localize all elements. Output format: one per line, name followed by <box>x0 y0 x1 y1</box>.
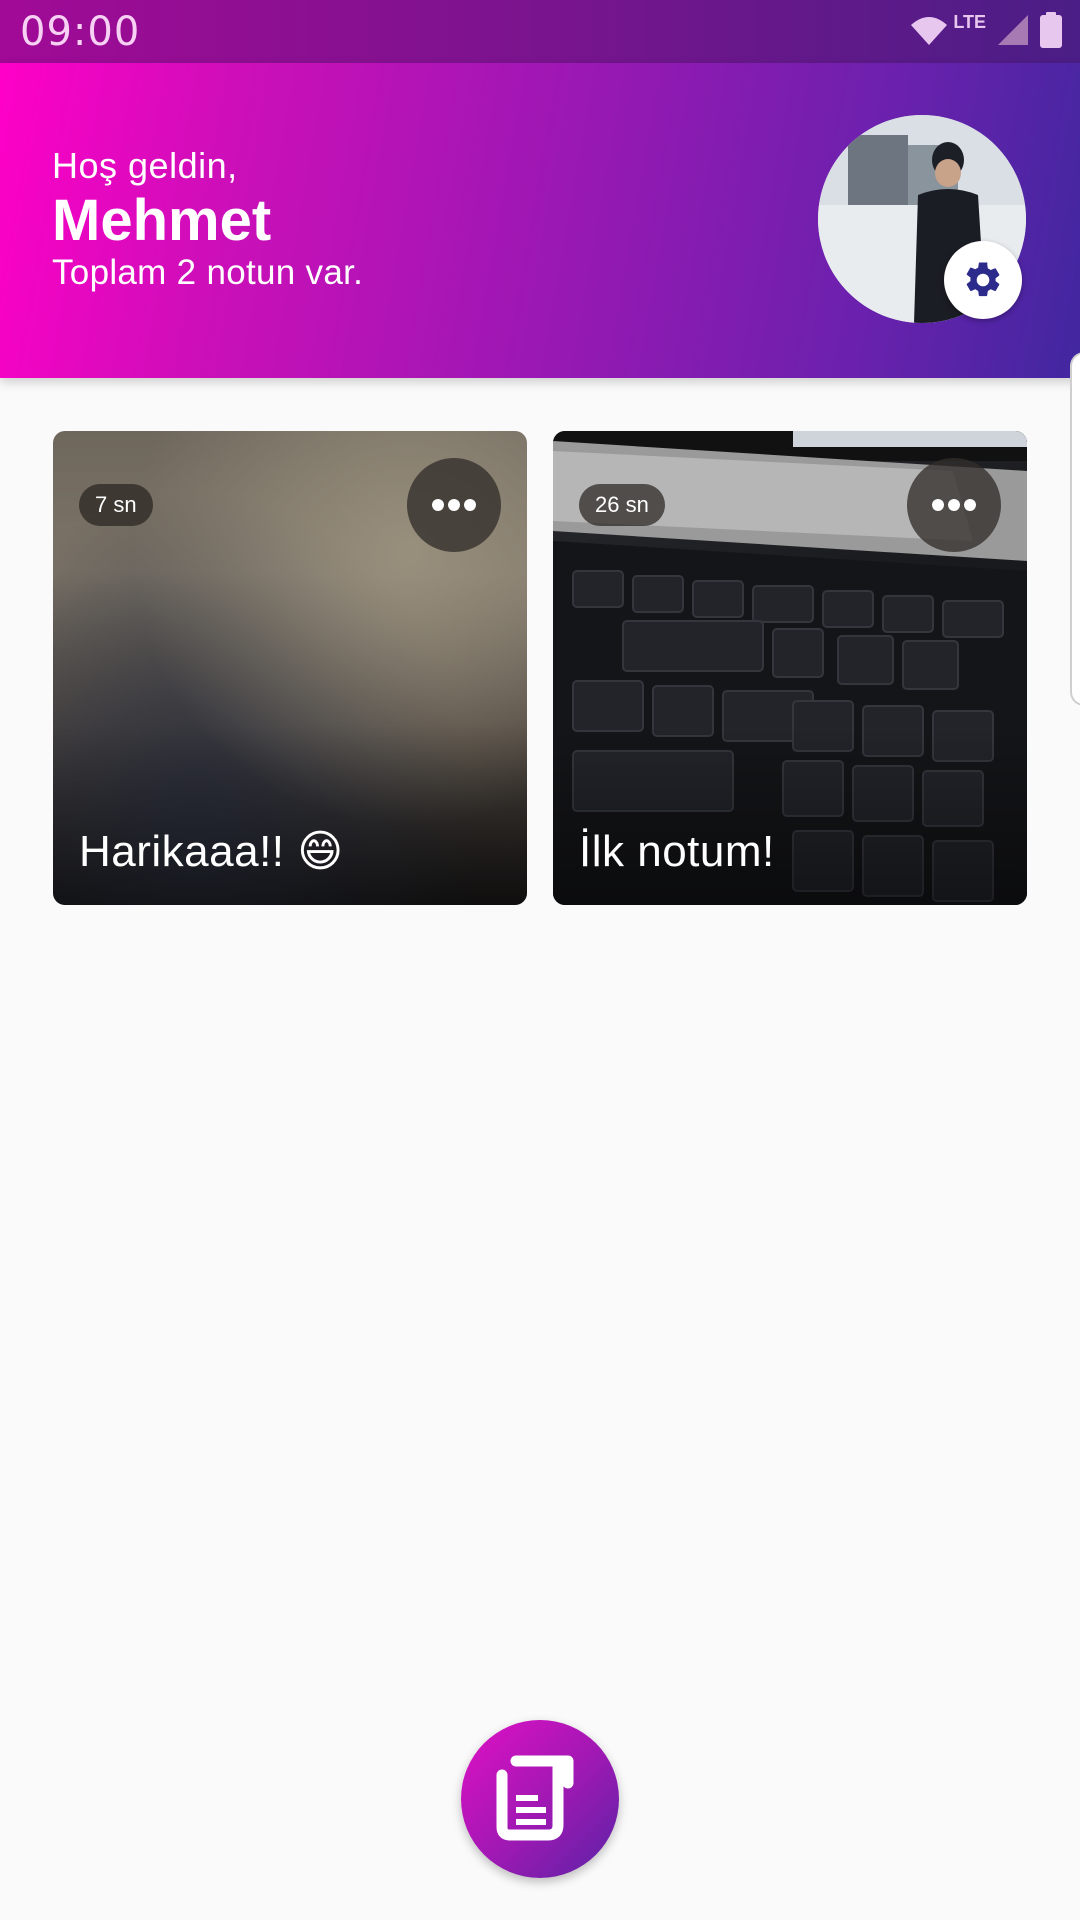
more-options-button[interactable] <box>407 458 501 552</box>
card-overlay <box>553 725 1027 905</box>
more-options-button[interactable] <box>907 458 1001 552</box>
welcome-header: Hoş geldin, Mehmet Toplam 2 notun var. <box>0 63 1080 378</box>
new-note-button[interactable] <box>461 1720 619 1878</box>
note-card[interactable]: 26 sn İlk notum! <box>553 431 1027 905</box>
edge-panel-handle[interactable] <box>1070 352 1080 706</box>
duration-badge: 26 sn <box>579 484 665 526</box>
more-horizontal-icon <box>932 499 976 511</box>
note-count-text: Toplam 2 notun var. <box>52 253 364 292</box>
signal-icon <box>998 15 1028 45</box>
lte-label: LTE <box>953 11 986 32</box>
gear-icon <box>966 262 1000 297</box>
status-time: 09:00 <box>20 9 141 55</box>
card-overlay <box>53 725 527 905</box>
battery-icon <box>1040 12 1062 48</box>
status-bar: 09:00 LTE <box>0 0 1080 63</box>
duration-badge: 7 sn <box>79 484 153 526</box>
user-name: Mehmet <box>52 188 272 253</box>
wifi-icon <box>911 17 948 45</box>
note-card[interactable]: 7 sn Harikaaa!! 😄 <box>53 431 527 905</box>
status-icons: LTE <box>909 10 1062 50</box>
note-title: Harikaaa!! 😄 <box>79 827 344 876</box>
note-icon <box>496 1755 574 1841</box>
more-horizontal-icon <box>432 499 476 511</box>
note-title: İlk notum! <box>579 827 775 876</box>
greeting-text: Hoş geldin, <box>52 145 238 186</box>
settings-button[interactable] <box>944 241 1022 319</box>
